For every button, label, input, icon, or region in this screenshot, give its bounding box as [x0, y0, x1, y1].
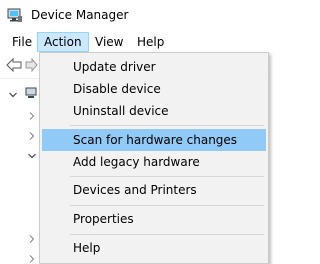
action-menu-dropdown: Update driver Disable device Uninstall d…: [39, 52, 269, 264]
back-arrow-icon[interactable]: [6, 58, 22, 72]
menu-item-uninstall-device[interactable]: Uninstall device: [42, 100, 266, 122]
menu-help[interactable]: Help: [131, 32, 170, 52]
menu-item-properties[interactable]: Properties: [42, 208, 266, 230]
menu-separator: [70, 205, 264, 206]
menu-separator: [70, 125, 264, 126]
computer-icon: [25, 87, 37, 98]
chevron-down-icon[interactable]: [28, 152, 36, 160]
forward-arrow-icon[interactable]: [24, 58, 38, 72]
menu-bar: File Action View Help: [0, 32, 270, 52]
title-bar: Device Manager: [0, 0, 270, 32]
menu-separator: [70, 176, 264, 177]
menu-item-update-driver[interactable]: Update driver: [42, 56, 266, 78]
menu-item-devices-printers[interactable]: Devices and Printers: [42, 179, 266, 201]
device-manager-icon: [7, 8, 22, 22]
menu-action[interactable]: Action: [37, 32, 89, 52]
menu-item-disable-device[interactable]: Disable device: [42, 78, 266, 100]
chevron-right-icon[interactable]: [28, 132, 36, 140]
menu-separator: [70, 234, 264, 235]
menu-item-scan-hardware[interactable]: Scan for hardware changes: [42, 129, 266, 151]
chevron-right-icon[interactable]: [28, 235, 36, 243]
menu-item-add-legacy-hardware[interactable]: Add legacy hardware: [42, 151, 266, 173]
window-title: Device Manager: [31, 8, 129, 22]
menu-item-help[interactable]: Help: [42, 237, 266, 259]
menu-view[interactable]: View: [89, 32, 129, 52]
menu-file[interactable]: File: [6, 32, 38, 52]
chevron-down-icon[interactable]: [9, 91, 17, 99]
chevron-right-icon[interactable]: [28, 112, 36, 120]
chevron-right-icon[interactable]: [28, 255, 36, 263]
